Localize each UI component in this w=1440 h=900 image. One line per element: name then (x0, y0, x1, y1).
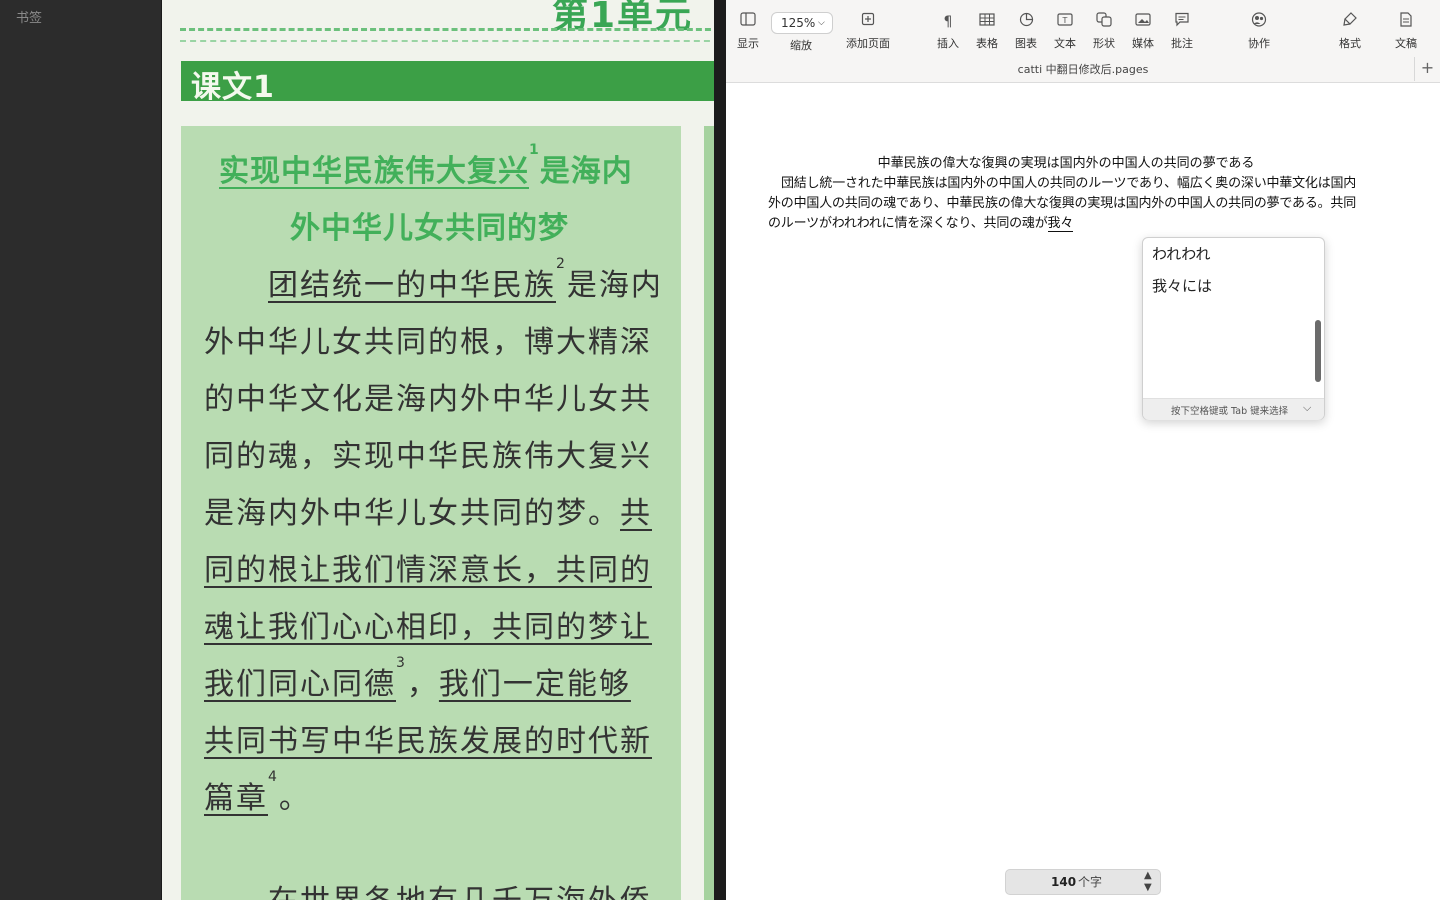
chart-icon (1012, 12, 1040, 32)
unit-title: 第1单元 (552, 0, 694, 36)
dashed-divider (180, 40, 714, 42)
display-button[interactable]: 显示 (734, 12, 762, 51)
zoom-dropdown[interactable]: 125% ⌵ (771, 12, 833, 34)
text-line: 魂让我们心心相印，共同的梦让 (204, 610, 652, 645)
app-window: 书签 第1单元 课文1 实现中华民族伟大复兴1是海内 外中华儿女共同的梦 团结统… (0, 0, 1440, 900)
pilcrow-icon: ¶ (943, 14, 953, 30)
text-line: 是海内外中华儿女共同的梦。共 (204, 496, 652, 531)
collaborate-button[interactable]: 协作 (1245, 12, 1273, 51)
text-line: 的中华文化是海内外中华儿女共 (204, 382, 652, 417)
text-line: 共同书写中华民族发展的时代新 (204, 724, 652, 759)
stepper-arrows-icon[interactable]: ▲ ▼ (1144, 870, 1152, 894)
toolbar: 显示 125% ⌵ 缩放 添加页面 ¶ 插入 表格 图表 T 文本 形状 媒体 … (726, 0, 1440, 83)
add-page-button[interactable]: 添加页面 (842, 12, 894, 51)
lesson-label: 课文1 (191, 70, 275, 105)
text-line: 我们同心同德3，我们一定能够 (204, 655, 631, 702)
plus-icon: + (1420, 58, 1435, 77)
split-view-divider[interactable] (714, 0, 1436, 900)
text-line: 篇章4。 (204, 769, 311, 816)
text-line: 外中华儿女共同的根，博大精深 (204, 325, 652, 360)
lesson-title-line-2: 外中华儿女共同的梦 (290, 211, 569, 246)
document-icon (1392, 12, 1420, 32)
add-page-icon (842, 12, 894, 32)
format-button[interactable]: 格式 (1336, 12, 1364, 51)
chevron-down-icon: ⌵ (818, 18, 825, 28)
lesson-title-line-1: 实现中华民族伟大复兴1是海内 (219, 142, 633, 189)
insert-button[interactable]: ¶ 插入 (934, 12, 962, 51)
pages-window: 显示 125% ⌵ 缩放 添加页面 ¶ 插入 表格 图表 T 文本 形状 媒体 … (726, 0, 1440, 900)
ime-candidate-window: われわれ 我々には 按下空格键或 Tab 键来选择 ⌵ (1142, 237, 1325, 420)
text-line: 同的根让我们情深意长，共同的 (204, 553, 652, 588)
zoom-label: 缩放 (790, 39, 812, 52)
svg-text:T: T (1062, 16, 1068, 25)
document-button[interactable]: 文稿 (1392, 12, 1420, 51)
text-line: 团结统一的中华民族2是海内 (268, 256, 663, 303)
table-button[interactable]: 表格 (973, 12, 1001, 51)
ime-footer: 按下空格键或 Tab 键来选择 ⌵ (1143, 398, 1324, 420)
ime-candidate[interactable]: 我々には (1152, 275, 1212, 296)
ime-composing-text: 我々 (1047, 216, 1074, 232)
ime-scrollbar[interactable] (1315, 320, 1321, 382)
text-button[interactable]: T 文本 (1051, 12, 1079, 51)
dashed-divider (180, 28, 714, 31)
table-icon (973, 12, 1001, 32)
document-heading[interactable]: 中華民族の偉大な復興の実現は国内外の中国人の共同の夢である (768, 154, 1364, 174)
format-brush-icon (1336, 12, 1364, 32)
word-count-unit: 个字 (1078, 875, 1103, 889)
chevron-down-icon[interactable]: ⌵ (1303, 401, 1311, 415)
document-paragraph[interactable]: 団結し統一された中華民族は国内外の中国人の共同のルーツであり、幅広く奥の深い中華… (768, 174, 1364, 234)
shape-button[interactable]: 形状 (1090, 12, 1118, 51)
document-body[interactable]: 中華民族の偉大な復興の実現は国内外の中国人の共同の夢である 団結し統一された中華… (768, 154, 1364, 234)
sidebar-title: 书签 (16, 11, 43, 26)
word-count-value: 140 (1051, 875, 1077, 889)
ime-hint: 按下空格键或 Tab 键来选择 (1171, 406, 1289, 417)
next-column-strip (704, 126, 714, 900)
sidebar-icon (734, 12, 762, 32)
chart-button[interactable]: 图表 (1012, 12, 1040, 51)
lesson-banner: 课文1 (181, 61, 714, 105)
text-line: 在世界各地有几千万海外侨 (268, 876, 652, 900)
textbox-icon: T (1051, 12, 1079, 32)
word-count-control[interactable]: 140 个字 ▲ ▼ (1005, 869, 1161, 895)
media-icon (1129, 12, 1157, 32)
shape-icon (1090, 12, 1118, 32)
document-title: catti 中翻日修改后.pages (1017, 63, 1149, 76)
media-button[interactable]: 媒体 (1129, 12, 1157, 51)
ime-candidate[interactable]: われわれ (1152, 243, 1211, 264)
scanned-textbook-page: 第1单元 课文1 实现中华民族伟大复兴1是海内 外中华儿女共同的梦 团结统一的中… (162, 0, 714, 900)
comment-icon (1168, 12, 1196, 32)
add-tab-button[interactable]: + (1414, 57, 1440, 81)
collaborate-icon (1245, 12, 1273, 32)
text-line: 同的魂，实现中华民族伟大复兴 (204, 439, 652, 474)
comment-button[interactable]: 批注 (1168, 12, 1196, 51)
bookmark-sidebar: 书签 (0, 0, 162, 900)
